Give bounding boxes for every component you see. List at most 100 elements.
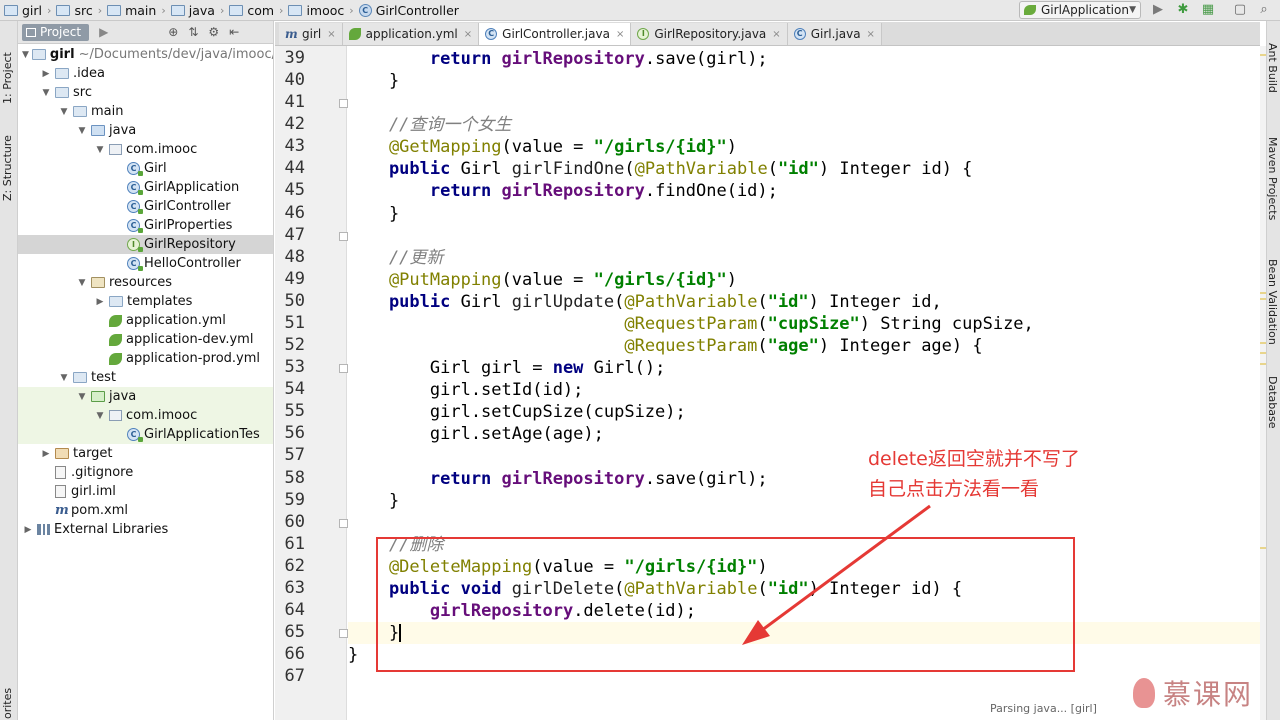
code-line[interactable]: return girlRepository.save(girl); [348, 48, 1260, 70]
tree-item[interactable]: ▶ .idea [18, 64, 273, 83]
breadcrumb-item[interactable]: girl [4, 3, 42, 18]
code-line[interactable]: //更新 [348, 247, 1260, 269]
code-line[interactable] [348, 445, 1260, 467]
fold-marker-icon[interactable] [339, 364, 348, 374]
close-icon[interactable]: × [867, 29, 875, 40]
tree-item[interactable]: ▼ com.imooc [18, 140, 273, 159]
structure-tool-button[interactable]: Z: Structure [1, 135, 14, 201]
tree-item[interactable]: m pom.xml [18, 501, 273, 520]
tree-item[interactable]: C GirlApplicationTes [18, 425, 273, 444]
editor-tab[interactable]: m girl × [279, 23, 343, 45]
collapsed-arrow-icon[interactable]: ▶ [40, 449, 52, 459]
collapsed-arrow-icon[interactable]: ▶ [94, 297, 106, 307]
run-icon[interactable]: ▶ [1150, 2, 1166, 18]
collapsed-arrow-icon[interactable]: ▶ [40, 69, 52, 79]
code-line[interactable]: girl.setId(id); [348, 379, 1260, 401]
project-view-selector[interactable]: Project [22, 23, 90, 41]
tree-item[interactable]: C HelloController [18, 254, 273, 273]
project-tool-button[interactable]: 1: Project [1, 52, 14, 104]
code-line[interactable]: @RequestParam("age") Integer age) { [348, 335, 1260, 357]
sdk-icon[interactable]: ▢ [1232, 2, 1248, 18]
expanded-arrow-icon[interactable]: ▼ [94, 411, 106, 421]
search-everywhere-icon[interactable]: ⌕ [1256, 2, 1272, 18]
fold-marker-icon[interactable] [339, 629, 348, 639]
expanded-arrow-icon[interactable]: ▼ [76, 392, 88, 402]
target-icon[interactable]: ⊕ [168, 25, 178, 39]
coverage-icon[interactable]: ▦ [1200, 2, 1216, 18]
expanded-arrow-icon[interactable]: ▼ [58, 373, 70, 383]
tree-item[interactable]: ▶ External Libraries [18, 520, 273, 539]
code-line[interactable]: } [348, 203, 1260, 225]
maven-projects-tool-button[interactable]: Maven Projects [1266, 137, 1279, 220]
breadcrumb-item[interactable]: imooc [288, 3, 344, 18]
editor-tab[interactable]: C Girl.java × [787, 23, 882, 45]
fold-marker-icon[interactable] [339, 99, 348, 109]
close-icon[interactable]: × [616, 29, 624, 40]
run-configuration-selector[interactable]: GirlApplication ▼ [1019, 1, 1141, 19]
code-line[interactable] [348, 225, 1260, 247]
tree-item[interactable]: ▼ test [18, 368, 273, 387]
fold-marker-icon[interactable] [339, 231, 348, 241]
editor-tab[interactable]: I GirlRepository.java × [631, 23, 788, 45]
favorites-tool-button[interactable]: orites [1, 688, 14, 719]
chevron-right-icon[interactable]: ▶ [99, 25, 108, 39]
tree-item[interactable]: C GirlProperties [18, 216, 273, 235]
tree-item[interactable]: ▼ resources [18, 273, 273, 292]
tree-item[interactable]: C GirlApplication [18, 178, 273, 197]
code-line[interactable]: return girlRepository.findOne(id); [348, 180, 1260, 202]
tree-item[interactable]: I GirlRepository [18, 235, 273, 254]
code-line[interactable]: public Girl girlFindOne(@PathVariable("i… [348, 158, 1260, 180]
close-icon[interactable]: × [464, 29, 472, 40]
debug-icon[interactable]: ✱ [1175, 2, 1191, 18]
code-line[interactable] [348, 92, 1260, 114]
expanded-arrow-icon[interactable]: ▼ [76, 126, 88, 136]
breadcrumb-item[interactable]: main [107, 3, 156, 18]
tree-item[interactable]: ▼ java [18, 387, 273, 406]
code-line[interactable]: public Girl girlUpdate(@PathVariable("id… [348, 291, 1260, 313]
code-line[interactable]: @PutMapping(value = "/girls/{id}") [348, 269, 1260, 291]
breadcrumb-item[interactable]: java [170, 3, 215, 18]
breadcrumb-item[interactable]: com [229, 3, 274, 18]
code-line[interactable]: } [348, 70, 1260, 92]
code-line[interactable]: @GetMapping(value = "/girls/{id}") [348, 136, 1260, 158]
collapse-icon[interactable]: ⇅ [188, 25, 198, 39]
hide-icon[interactable]: ⇤ [229, 25, 239, 39]
tree-item[interactable]: ▶ templates [18, 292, 273, 311]
breadcrumb-item[interactable]: src [56, 3, 93, 18]
code-line[interactable]: @RequestParam("cupSize") String cupSize, [348, 313, 1260, 335]
expanded-arrow-icon[interactable]: ▼ [76, 278, 88, 288]
tree-item[interactable]: ▼ src [18, 83, 273, 102]
tree-item[interactable]: application-dev.yml [18, 330, 273, 349]
tree-item[interactable]: application.yml [18, 311, 273, 330]
collapsed-arrow-icon[interactable]: ▶ [22, 525, 34, 535]
bean-validation-tool-button[interactable]: Bean Validation [1266, 259, 1279, 345]
tree-item[interactable]: ▼ java [18, 121, 273, 140]
code-line[interactable]: //查询一个女生 [348, 114, 1260, 136]
tree-item[interactable]: application-prod.yml [18, 349, 273, 368]
code-line[interactable]: girl.setAge(age); [348, 423, 1260, 445]
code-line[interactable]: girl.setCupSize(cupSize); [348, 401, 1260, 423]
editor-tab[interactable]: application.yml × [342, 23, 480, 45]
gear-icon[interactable]: ⚙ [208, 25, 219, 39]
tree-item[interactable]: ▼ main [18, 102, 273, 121]
tree-item[interactable]: C GirlController [18, 197, 273, 216]
tree-item[interactable]: .gitignore [18, 463, 273, 482]
breadcrumb-item[interactable]: C GirlController [358, 3, 459, 18]
ant-build-tool-button[interactable]: Ant Build [1266, 43, 1279, 93]
expanded-arrow-icon[interactable]: ▼ [40, 88, 52, 98]
fold-marker-icon[interactable] [339, 518, 348, 528]
tree-item[interactable]: C Girl [18, 159, 273, 178]
close-icon[interactable]: × [772, 29, 780, 40]
editor-tab[interactable]: C GirlController.java × [479, 23, 632, 45]
tree-item[interactable]: ▼ com.imooc [18, 406, 273, 425]
code-line[interactable]: Girl girl = new Girl(); [348, 357, 1260, 379]
expanded-arrow-icon[interactable]: ▼ [22, 50, 29, 60]
tree-item[interactable]: girl.iml [18, 482, 273, 501]
close-icon[interactable]: × [327, 29, 335, 40]
expanded-arrow-icon[interactable]: ▼ [58, 107, 70, 117]
tree-item[interactable]: ▼ girl ~/Documents/dev/java/imooc/ [18, 45, 273, 64]
code-line[interactable]: return girlRepository.save(girl); [348, 468, 1260, 490]
database-tool-button[interactable]: Database [1266, 376, 1279, 429]
expanded-arrow-icon[interactable]: ▼ [94, 145, 106, 155]
tree-item[interactable]: ▶ target [18, 444, 273, 463]
